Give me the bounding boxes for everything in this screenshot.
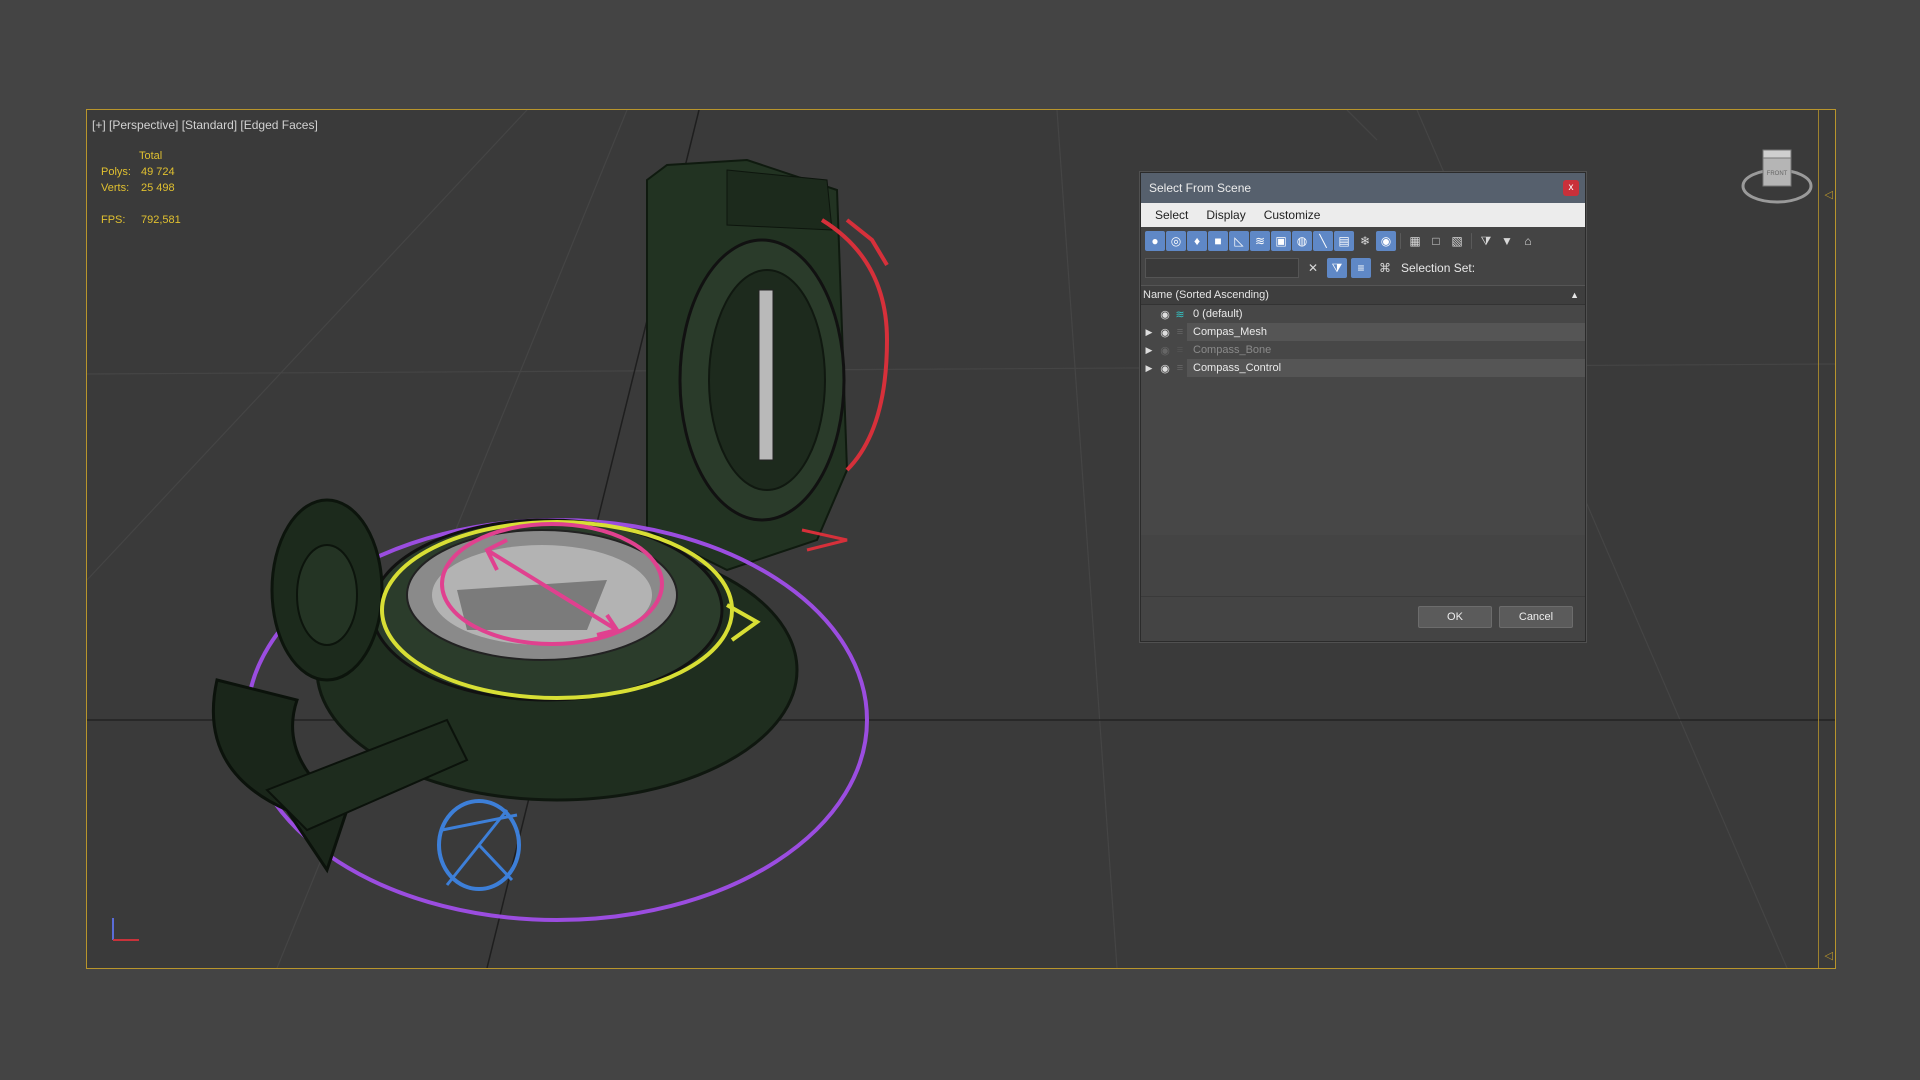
stats-header: Total <box>139 150 163 162</box>
selection-set-label[interactable]: Selection Set: <box>1401 261 1475 275</box>
eye-icon[interactable]: ◉ <box>1157 326 1173 339</box>
safe-frame-line <box>1818 110 1819 968</box>
edge-marker-bottom: ◁ <box>1824 950 1833 962</box>
viewport-label[interactable]: [+] [Perspective] [Standard] [Edged Face… <box>92 118 318 132</box>
scene-list[interactable]: ◉ ≋ 0 (default) ▶ ◉ ≡ Compas_Mesh ▶ ◉ ≡ … <box>1141 305 1585 535</box>
list-item[interactable]: ▶ ◉ ≡ Compass_Bone <box>1141 341 1585 359</box>
dialog-footer: OK Cancel <box>1141 596 1585 641</box>
toolbar-separator <box>1400 233 1401 249</box>
helpers-icon[interactable]: ◺ <box>1229 231 1249 251</box>
dialog-menubar: Select Display Customize <box>1141 203 1585 227</box>
list-item-name: Compas_Mesh <box>1187 323 1585 341</box>
bones-icon[interactable]: ╲ <box>1313 231 1333 251</box>
layer-stack-icon: ≋ <box>1175 308 1185 321</box>
filter-toggle-icon[interactable]: ⧩ <box>1327 258 1347 278</box>
ok-button[interactable]: OK <box>1418 606 1492 628</box>
list-item[interactable]: ▶ ◉ ≡ Compass_Control <box>1141 359 1585 377</box>
search-row: ✕ ⧩ ≡ ⌘ Selection Set: <box>1141 255 1585 281</box>
hidden-icon[interactable]: ◉ <box>1376 231 1396 251</box>
list-item-name: Compass_Control <box>1187 359 1585 377</box>
list-header[interactable]: Name (Sorted Ascending) ▲ <box>1141 285 1585 305</box>
search-input[interactable] <box>1145 258 1299 278</box>
containers-icon[interactable]: ▤ <box>1334 231 1354 251</box>
stats-verts: Verts: 25 498 <box>101 182 175 194</box>
expand-arrow-icon[interactable]: ▶ <box>1141 363 1157 374</box>
filter-icon[interactable]: ⧩ <box>1476 231 1496 251</box>
compass-lid <box>646 158 849 572</box>
invert-icon[interactable]: ▧ <box>1447 231 1467 251</box>
list-item-name: 0 (default) <box>1193 308 1243 320</box>
display-none-icon[interactable]: □ <box>1426 231 1446 251</box>
viewcube[interactable]: FRONT <box>1737 144 1817 214</box>
eye-icon[interactable]: ◉ <box>1157 362 1173 375</box>
filter-options-icon[interactable]: ▼ <box>1497 231 1517 251</box>
geometry-icon[interactable]: ● <box>1145 231 1165 251</box>
expand-arrow-icon[interactable]: ▶ <box>1141 327 1157 338</box>
stats-polys: Polys: 49 724 <box>101 166 175 178</box>
eye-hidden-icon[interactable]: ◉ <box>1157 344 1173 357</box>
layers-toggle-icon[interactable]: ≡ <box>1351 258 1371 278</box>
select-from-scene-dialog[interactable]: Select From Scene x Select Display Custo… <box>1140 172 1586 642</box>
blue-crosshair-gizmo <box>437 799 521 891</box>
menu-select[interactable]: Select <box>1155 208 1188 222</box>
expand-arrow-icon[interactable]: ▶ <box>1141 345 1157 356</box>
close-button[interactable]: x <box>1563 180 1579 196</box>
layer-icon: ≡ <box>1176 326 1184 338</box>
viewcube-front-label: FRONT <box>1767 171 1788 177</box>
layer-icon[interactable]: ⌂ <box>1518 231 1538 251</box>
edge-marker-top: ◁ <box>1824 189 1833 201</box>
list-item[interactable]: ◉ ≋ 0 (default) <box>1141 305 1585 323</box>
stats-fps: FPS: 792,581 <box>101 214 181 226</box>
sort-arrow-icon[interactable]: ▲ <box>1570 286 1579 304</box>
menu-customize[interactable]: Customize <box>1264 208 1321 222</box>
cameras-icon[interactable]: ■ <box>1208 231 1228 251</box>
groups-icon[interactable]: ▣ <box>1271 231 1291 251</box>
space-warps-icon[interactable]: ≋ <box>1250 231 1270 251</box>
list-header-label: Name (Sorted Ascending) <box>1143 289 1269 301</box>
clear-search-icon[interactable]: ✕ <box>1303 258 1323 278</box>
cancel-button[interactable]: Cancel <box>1499 606 1573 628</box>
toolbar-separator <box>1471 233 1472 249</box>
list-item-name: Compass_Bone <box>1193 344 1272 356</box>
list-item[interactable]: ▶ ◉ ≡ Compas_Mesh <box>1141 323 1585 341</box>
dialog-titlebar[interactable]: Select From Scene x <box>1141 173 1585 203</box>
eye-icon[interactable]: ◉ <box>1157 308 1173 321</box>
lights-icon[interactable]: ♦ <box>1187 231 1207 251</box>
dialog-title: Select From Scene <box>1149 181 1252 195</box>
display-all-icon[interactable]: ▦ <box>1405 231 1425 251</box>
shapes-icon[interactable]: ◎ <box>1166 231 1186 251</box>
axis-tripod <box>112 918 139 941</box>
hierarchy-icon[interactable]: ⌘ <box>1375 258 1395 278</box>
menu-display[interactable]: Display <box>1206 208 1245 222</box>
layer-icon: ≡ <box>1176 362 1184 374</box>
display-filter-toolbar: ● ◎ ♦ ■ ◺ ≋ ▣ ◍ ╲ ▤ ❄ ◉ ▦ □ ▧ ⧩ ▼ ⌂ <box>1141 227 1585 255</box>
frozen-icon[interactable]: ❄ <box>1355 231 1375 251</box>
layer-icon: ≡ <box>1176 344 1184 356</box>
xrefs-icon[interactable]: ◍ <box>1292 231 1312 251</box>
